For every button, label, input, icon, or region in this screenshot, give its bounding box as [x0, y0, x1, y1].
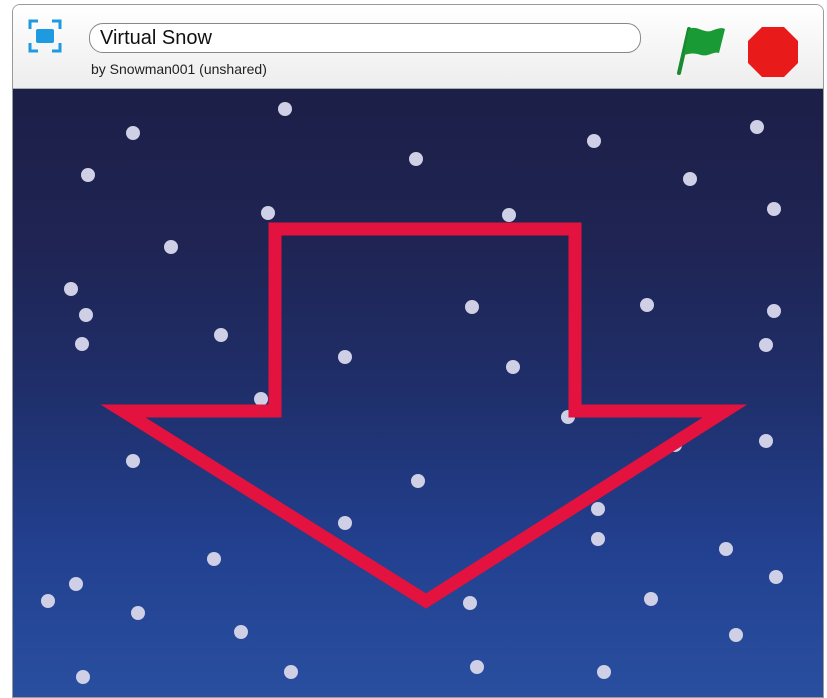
fullscreen-button[interactable]	[28, 19, 62, 53]
scratch-player: Virtual Snow by Snowman001 (unshared)	[12, 4, 824, 698]
project-title-field[interactable]: Virtual Snow	[89, 23, 641, 53]
stop-button[interactable]	[746, 25, 800, 79]
green-flag-icon	[677, 27, 725, 75]
project-title: Virtual Snow	[100, 27, 212, 49]
down-arrow-icon	[100, 222, 748, 609]
green-flag-button[interactable]	[673, 23, 729, 75]
project-byline: by Snowman001 (unshared)	[91, 61, 267, 77]
stop-sign-icon	[748, 27, 798, 77]
fullscreen-icon	[28, 19, 62, 53]
project-stage[interactable]	[13, 89, 823, 697]
player-header: Virtual Snow by Snowman001 (unshared)	[13, 5, 823, 89]
